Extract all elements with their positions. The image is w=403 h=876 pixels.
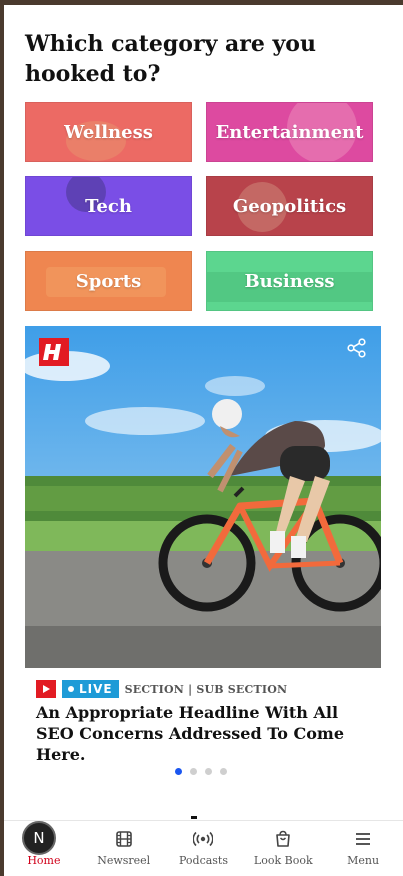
category-label: Sports [75,270,142,292]
film-icon [115,829,133,849]
nav-label: Menu [347,854,380,867]
nav-item-podcasts[interactable]: Podcasts [164,821,244,876]
carousel-dots [175,768,227,775]
category-label: Entertainment [215,121,364,143]
nav-label: Newsreel [97,854,151,867]
category-label: Tech [85,195,132,217]
nav-item-look-book[interactable]: Look Book [243,821,323,876]
category-wellness[interactable]: Wellness [25,102,192,162]
nav-label: Home [27,854,61,867]
app-launcher-badge[interactable]: N [22,821,56,855]
carousel-dot[interactable] [220,768,227,775]
bag-icon [274,829,292,849]
category-tech[interactable]: Tech [25,176,192,236]
podcast-icon [193,829,214,849]
category-entertainment[interactable]: Entertainment [206,102,373,162]
category-geopolitics[interactable]: Geopolitics [206,176,373,236]
category-business[interactable]: Business [206,251,373,311]
story-headline[interactable]: An Appropriate Headline With All SEO Con… [36,702,356,765]
category-label: Business [244,270,335,292]
category-label: Geopolitics [232,195,347,217]
nav-item-newsreel[interactable]: Newsreel [84,821,164,876]
page-title: Which category are you hooked to? [25,31,316,87]
live-badge: LIVE [62,680,119,698]
live-label: LIVE [79,682,113,696]
story-meta: LIVE SECTION | SUB SECTION [36,679,287,699]
featured-story-image[interactable] [25,326,381,668]
next-section-peek [191,816,197,819]
play-icon[interactable] [36,680,56,698]
app-frame: Which category are you hooked to? Wellne… [4,5,403,876]
nav-label: Look Book [253,854,313,867]
carousel-dot[interactable] [205,768,212,775]
nav-label: Podcasts [178,854,229,867]
category-sports[interactable]: Sports [25,251,192,311]
bottom-nav: Home Newsreel Podcasts Look Book Menu [4,820,403,876]
section-label[interactable]: SECTION | SUB SECTION [125,683,288,696]
menu-icon [354,829,372,849]
badge-letter: N [33,829,45,847]
cyclist-photo [25,326,381,668]
carousel-dot[interactable] [190,768,197,775]
share-icon[interactable] [347,338,367,358]
live-dot-icon [68,686,74,692]
nav-item-menu[interactable]: Menu [323,821,403,876]
carousel-dot[interactable] [175,768,182,775]
brand-logo-icon [39,338,69,366]
category-label: Wellness [64,121,153,143]
